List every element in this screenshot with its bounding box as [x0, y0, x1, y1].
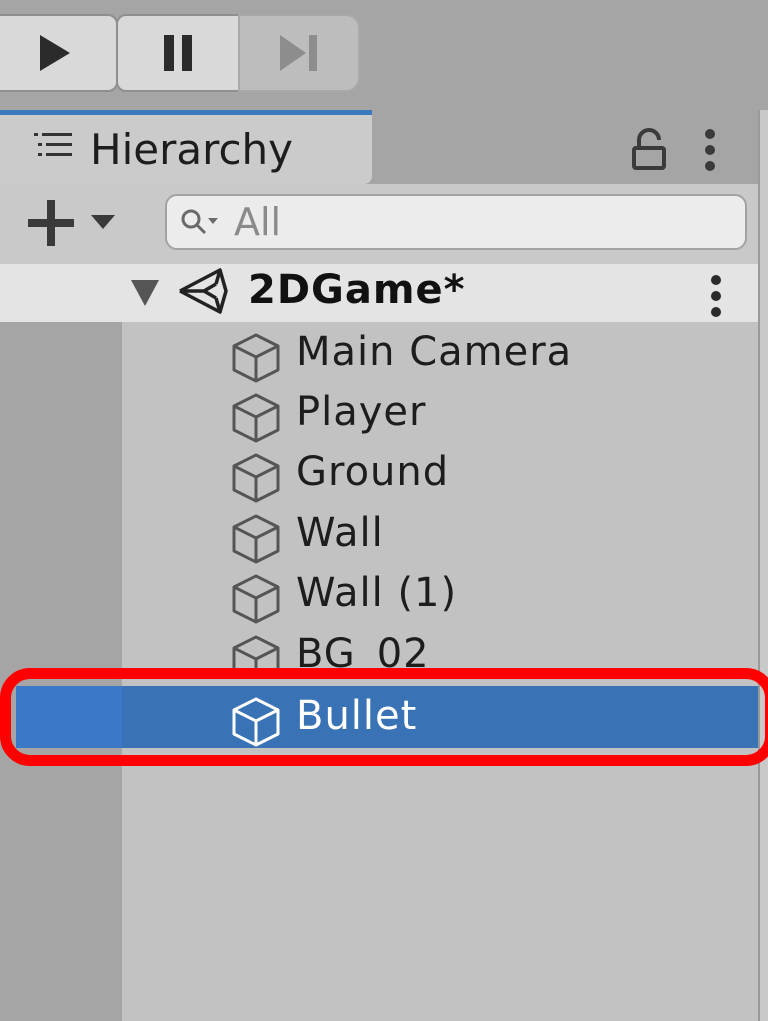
list-item[interactable]: Ground — [122, 444, 758, 504]
step-button[interactable] — [238, 14, 360, 92]
gameobject-cube-icon — [232, 635, 280, 668]
more-options-icon[interactable] — [700, 126, 720, 174]
unity-scene-icon — [179, 268, 228, 314]
list-icon — [34, 133, 72, 156]
item-label: Main Camera — [296, 329, 573, 375]
lock-icon[interactable] — [630, 128, 668, 172]
list-item[interactable]: Wall (1) — [122, 565, 758, 625]
search-icon — [181, 209, 218, 235]
scene-menu-icon[interactable] — [706, 272, 726, 320]
item-label: Ground — [296, 449, 450, 495]
chevron-down-icon[interactable] — [90, 214, 116, 230]
list-item[interactable]: Player — [122, 384, 758, 444]
plus-icon[interactable] — [26, 198, 76, 248]
item-label: BG_02 — [296, 631, 430, 668]
list-item[interactable]: Main Camera — [122, 324, 758, 384]
item-label: Player — [296, 389, 427, 435]
pause-icon — [164, 35, 192, 71]
gameobject-cube-icon — [232, 393, 280, 443]
search-placeholder: All — [234, 200, 282, 244]
item-label: Wall (1) — [296, 570, 458, 616]
expand-triangle-icon[interactable] — [130, 279, 160, 307]
play-icon — [40, 35, 70, 71]
annotation-highlight — [0, 668, 768, 766]
panel-edge — [758, 110, 768, 1021]
pause-button[interactable] — [116, 14, 240, 92]
step-icon — [280, 35, 317, 71]
list-item[interactable]: BG_02 — [122, 626, 758, 668]
scene-name: 2DGame* — [248, 267, 466, 313]
gameobject-cube-icon — [232, 574, 280, 624]
list-item[interactable]: Wall — [122, 505, 758, 565]
item-label: Wall — [296, 510, 384, 556]
play-button[interactable] — [0, 14, 118, 92]
tab-title: Hierarchy — [90, 125, 294, 174]
gameobject-cube-icon — [232, 333, 280, 383]
gameobject-cube-icon — [232, 514, 280, 564]
gameobject-cube-icon — [232, 453, 280, 503]
